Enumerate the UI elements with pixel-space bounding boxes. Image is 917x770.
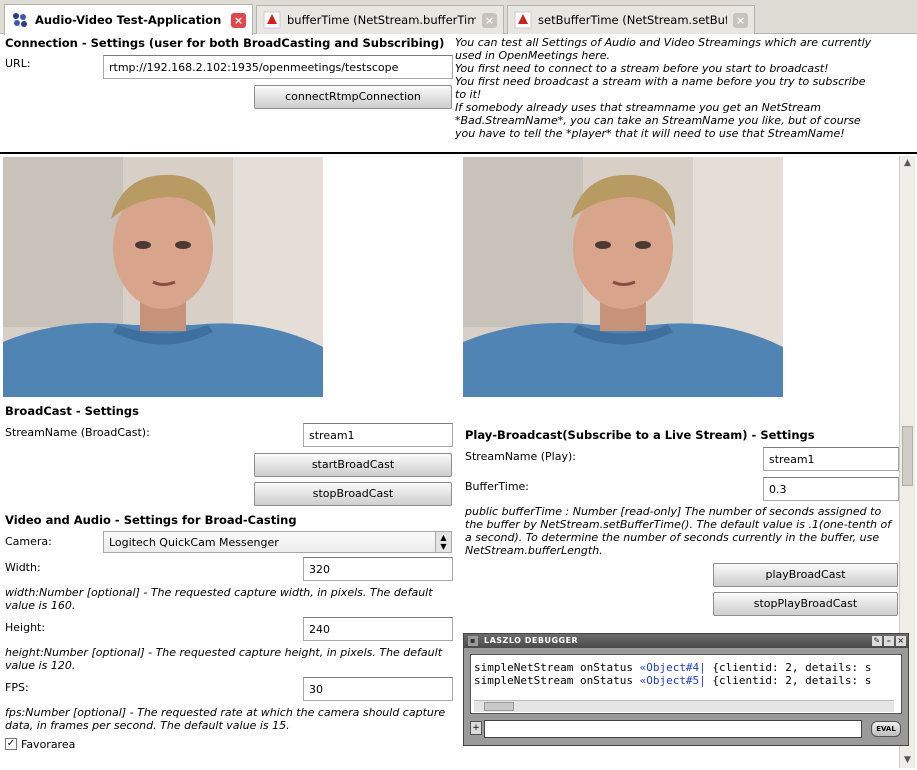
fps-label: FPS: <box>5 681 29 694</box>
webcam-image <box>463 157 783 397</box>
height-input[interactable]: 240 <box>303 617 453 641</box>
tab-buffertime[interactable]: bufferTime (NetStream.bufferTime pr... × <box>256 5 504 34</box>
debugger-eval-input[interactable] <box>484 720 862 738</box>
height-help-text: height:Number [optional] - The requested… <box>5 646 443 672</box>
connection-title: Connection - Settings (user for both Bro… <box>5 36 445 50</box>
buffertime-label: BufferTime: <box>465 480 530 493</box>
scroll-down-icon[interactable]: ▼ <box>900 753 915 768</box>
debugger-menu-icon[interactable]: ▪ <box>468 636 478 646</box>
debugger-text: simpleNetStream onStatus <box>474 674 640 687</box>
url-input[interactable]: rtmp://192.168.2.102:1935/openmeetings/t… <box>103 55 453 79</box>
webcam-image <box>3 157 323 397</box>
tab-label: Audio-Video Test-Application <box>35 13 222 27</box>
info-line: *Bad.StreamName*, you can take an Stream… <box>455 114 861 127</box>
tab-label: setBufferTime (NetStream.setBufferTi... <box>538 13 727 27</box>
debugger-line: simpleNetStream onStatus «Object#4| {cli… <box>474 661 901 674</box>
play-stream-input[interactable]: stream1 <box>763 447 899 471</box>
eval-button[interactable]: EVAL <box>871 721 901 737</box>
connect-rtmp-button[interactable]: connectRtmpConnection <box>254 85 452 109</box>
width-input[interactable]: 320 <box>303 557 453 581</box>
debugger-hscrollbar[interactable] <box>474 700 894 712</box>
video-audio-title: Video and Audio - Settings for Broad-Cas… <box>5 513 297 527</box>
tab-audio-video-test[interactable]: Audio-Video Test-Application × <box>4 4 253 35</box>
broadcast-stream-input[interactable]: stream1 <box>303 423 453 447</box>
tab-close-icon[interactable]: × <box>733 12 748 28</box>
close-icon[interactable]: × <box>896 636 906 646</box>
openmeetings-favicon-icon <box>13 13 27 27</box>
fps-help-text: fps:Number [optional] - The requested ra… <box>5 706 446 732</box>
favorarea-label: Favorarea <box>21 738 76 751</box>
debugger-object-link[interactable]: «Object#4| <box>640 661 706 674</box>
start-broadcast-button[interactable]: startBroadCast <box>254 453 452 477</box>
url-label: URL: <box>5 57 31 70</box>
info-line: You first need broadcast a stream with a… <box>455 75 866 88</box>
info-line: You first need to connect to a stream be… <box>455 62 829 75</box>
tab-label: bufferTime (NetStream.bufferTime pr... <box>287 13 476 27</box>
broadcast-title: BroadCast - Settings <box>5 404 139 418</box>
debugger-hscroll-thumb[interactable] <box>484 702 514 711</box>
play-title: Play-Broadcast(Subscribe to a Live Strea… <box>465 428 815 442</box>
tab-close-icon[interactable]: × <box>482 12 497 28</box>
scrollbar-thumb[interactable] <box>902 426 913 486</box>
stop-broadcast-button[interactable]: stopBroadCast <box>254 482 452 506</box>
buffertime-input[interactable]: 0.3 <box>763 477 899 501</box>
info-line: to it! <box>455 88 482 101</box>
info-text: You can test all Settings of Audio and V… <box>455 36 915 140</box>
width-help-text: width:Number [optional] - The requested … <box>5 586 433 612</box>
camera-label: Camera: <box>5 535 52 548</box>
play-broadcast-button[interactable]: playBroadCast <box>713 563 898 587</box>
debugger-line: simpleNetStream onStatus «Object#5| {cli… <box>474 674 901 687</box>
camera-select-value: Logitech QuickCam Messenger <box>109 536 279 549</box>
debugger-title: LASZLO DEBUGGER <box>484 636 579 645</box>
tab-setbuffertime[interactable]: setBufferTime (NetStream.setBufferTi... … <box>507 5 755 34</box>
broadcast-video <box>3 157 323 397</box>
play-stream-label: StreamName (Play): <box>465 450 576 463</box>
expand-icon[interactable]: + <box>470 721 482 735</box>
scroll-up-icon[interactable]: ▲ <box>900 156 915 171</box>
edit-icon[interactable]: ✎ <box>872 636 882 646</box>
debugger-object-link[interactable]: «Object#5| <box>640 674 706 687</box>
tab-close-icon[interactable]: × <box>231 12 246 28</box>
debugger-text: {clientid: 2, details: s <box>705 674 872 687</box>
width-label: Width: <box>5 561 41 574</box>
favorarea-checkbox[interactable]: ✓ <box>5 738 17 750</box>
browser-tab-bar: Audio-Video Test-Application × bufferTim… <box>0 0 917 35</box>
select-arrows-icon: ▲ ▼ <box>435 532 451 552</box>
play-video <box>463 157 783 397</box>
info-line: If somebody already uses that streamname… <box>455 101 821 114</box>
buffertime-help-text: public bufferTime : Number [read-only] T… <box>465 505 892 557</box>
height-label: Height: <box>5 621 46 634</box>
adobe-favicon-icon <box>263 11 281 29</box>
fps-input[interactable]: 30 <box>303 677 453 701</box>
broadcast-stream-label: StreamName (BroadCast): <box>5 426 150 439</box>
info-line: you have to tell the *player* that it wi… <box>455 127 845 140</box>
debugger-titlebar[interactable]: LASZLO DEBUGGER ▪ ✎ – × <box>464 634 908 648</box>
stop-play-broadcast-button[interactable]: stopPlayBroadCast <box>713 592 898 616</box>
connection-section: Connection - Settings (user for both Bro… <box>0 35 917 154</box>
info-line: used in OpenMeetings here. <box>455 49 610 62</box>
info-line: You can test all Settings of Audio and V… <box>455 36 872 49</box>
debugger-text: simpleNetStream onStatus <box>474 661 640 674</box>
laszlo-debugger-window: LASZLO DEBUGGER ▪ ✎ – × simpleNetStream … <box>463 633 909 746</box>
camera-select[interactable]: Logitech QuickCam Messenger ▲ ▼ <box>103 531 452 553</box>
debugger-text: {clientid: 2, details: s <box>705 661 872 674</box>
adobe-favicon-icon <box>514 11 532 29</box>
minimize-icon[interactable]: – <box>884 636 894 646</box>
